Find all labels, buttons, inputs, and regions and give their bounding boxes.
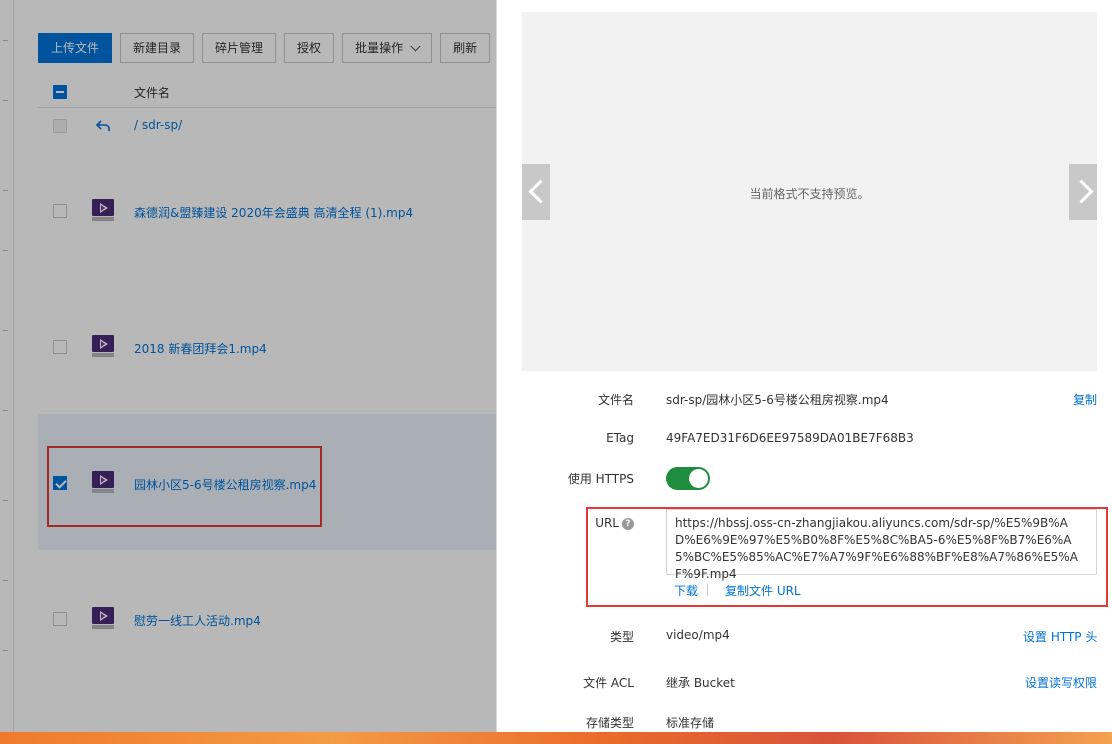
chevron-left-icon[interactable] — [522, 164, 550, 220]
video-file-icon — [92, 199, 114, 221]
row-checkbox[interactable] — [53, 340, 67, 354]
acl-label: 文件 ACL — [583, 676, 634, 690]
file-toolbar: 上传文件 新建目录 碎片管理 授权 批量操作 刷新 — [38, 33, 496, 63]
table-row[interactable]: 慰劳一线工人活动.mp4 — [38, 550, 496, 686]
file-name-link[interactable]: 森德润&盟臻建设 2020年会盛典 高清全程 (1).mp4 — [134, 204, 413, 221]
row-checkbox[interactable] — [53, 612, 67, 626]
set-http-header-link[interactable]: 设置 HTTP 头 — [1023, 628, 1097, 645]
storage-class-label: 存储类型 — [585, 716, 634, 730]
parent-row-checkbox — [53, 119, 67, 133]
copy-filename-link[interactable]: 复制 — [1073, 391, 1097, 408]
new-directory-button[interactable]: 新建目录 — [120, 33, 195, 63]
annotation-highlight-box — [47, 446, 322, 527]
fragment-manage-button[interactable]: 碎片管理 — [202, 33, 277, 63]
authorize-button[interactable]: 授权 — [284, 33, 335, 63]
https-label: 使用 HTTPS — [567, 472, 634, 486]
chevron-down-icon — [410, 41, 421, 51]
refresh-button[interactable]: 刷新 — [440, 33, 491, 63]
video-file-icon — [92, 607, 114, 629]
preview-unsupported-message: 当前格式不支持预览。 — [749, 187, 870, 201]
left-nav-edge — [0, 0, 14, 744]
chevron-right-icon[interactable] — [1069, 164, 1097, 220]
filename-label: 文件名 — [597, 393, 634, 407]
https-toggle[interactable] — [666, 467, 710, 490]
type-label: 类型 — [609, 630, 634, 644]
set-acl-link[interactable]: 设置读写权限 — [1025, 674, 1097, 691]
preview-area: 当前格式不支持预览。 — [522, 12, 1097, 371]
storage-class-value: 标准存储 — [666, 716, 715, 730]
parent-directory-row[interactable]: / sdr-sp/ — [38, 110, 496, 142]
parent-directory-link[interactable]: / sdr-sp/ — [134, 118, 182, 132]
taskbar-strip — [0, 732, 1112, 744]
etag-value: 49FA7ED31F6D6EE97589DA01BE7F68B3 — [666, 431, 914, 445]
batch-operations-label: 批量操作 — [355, 41, 404, 55]
column-header-filename: 文件名 — [134, 86, 171, 100]
file-name-link[interactable]: 慰劳一线工人活动.mp4 — [134, 612, 261, 629]
batch-operations-dropdown[interactable]: 批量操作 — [342, 33, 433, 63]
table-row[interactable]: 森德润&盟臻建设 2020年会盛典 高清全程 (1).mp4 — [38, 142, 496, 278]
etag-label: ETag — [606, 431, 634, 445]
row-checkbox[interactable] — [53, 204, 67, 218]
file-name-link[interactable]: 2018 新春团拜会1.mp4 — [134, 340, 267, 357]
annotation-highlight-box — [586, 507, 1108, 607]
file-list-pane: 上传文件 新建目录 碎片管理 授权 批量操作 刷新 文件名 / sdr-sp/ … — [0, 0, 496, 744]
table-row[interactable]: 2018 新春团拜会1.mp4 — [38, 278, 496, 414]
video-file-icon — [92, 335, 114, 357]
filename-value: sdr-sp/园林小区5-6号楼公租房视察.mp4 — [666, 393, 889, 407]
upload-file-button[interactable]: 上传文件 — [38, 33, 113, 63]
acl-value: 继承 Bucket — [666, 676, 735, 690]
back-arrow-icon[interactable] — [96, 120, 110, 132]
table-header: 文件名 — [38, 76, 496, 108]
type-value: video/mp4 — [666, 628, 730, 642]
file-detail-panel: 当前格式不支持预览。 文件名 sdr-sp/园林小区5-6号楼公租房视察.mp4… — [496, 0, 1112, 744]
select-all-checkbox[interactable] — [53, 85, 67, 99]
